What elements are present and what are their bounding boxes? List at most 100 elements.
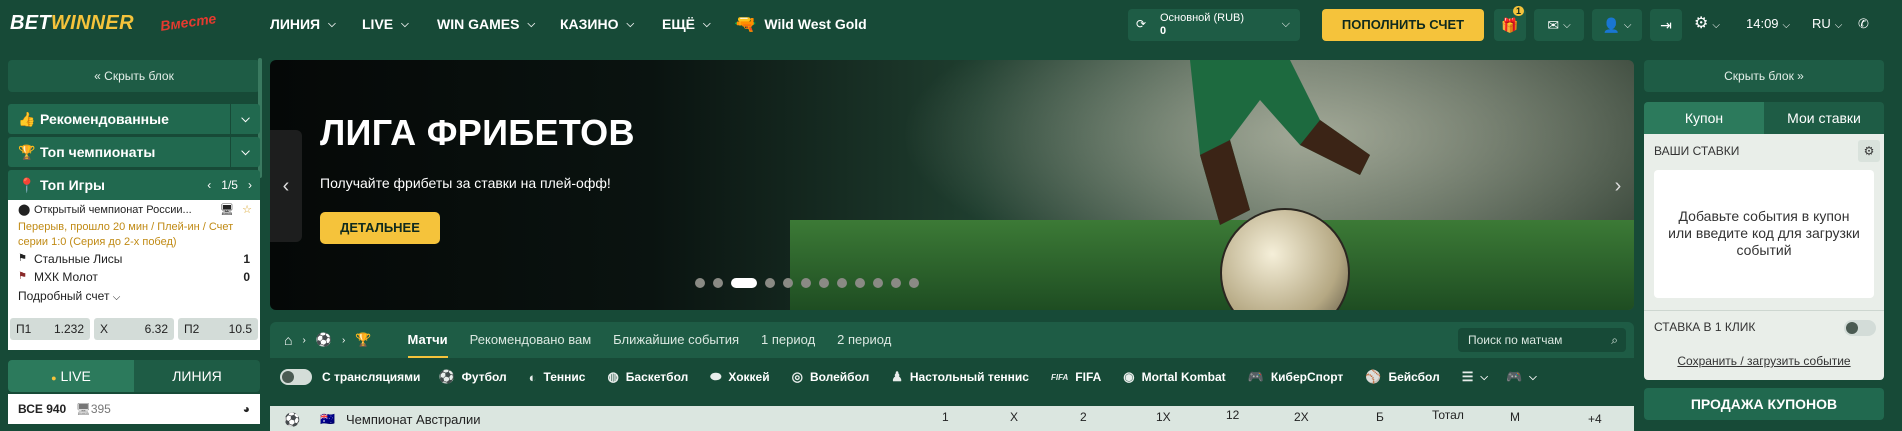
sport-football[interactable]: ⚽ Футбол — [438, 369, 506, 385]
sport-hockey[interactable]: ⬬ Хоккей — [710, 369, 769, 385]
sport-mortal-kombat[interactable]: ◉ Mortal Kombat — [1123, 369, 1225, 385]
settings-button[interactable]: ⚙ ⌵ — [1694, 0, 1720, 48]
match-search-input[interactable]: Поиск по матчам ⌕ — [1458, 328, 1626, 352]
coupon-sale-button[interactable]: ПРОДАЖА КУПОНОВ — [1644, 388, 1884, 420]
ball-icon[interactable]: ⚽ — [316, 332, 332, 348]
more-markets[interactable]: +4 — [1588, 412, 1602, 426]
sport-cybersport[interactable]: 🎮 КиберСпорт — [1248, 369, 1344, 385]
chevron-down-icon: ⌵ — [702, 18, 711, 30]
hide-right-block-button[interactable]: Скрыть блок » — [1644, 60, 1884, 92]
streams-toggle[interactable] — [280, 369, 312, 385]
odd-p2[interactable]: П2 10.5 — [178, 318, 258, 340]
tab-period-2[interactable]: 2 период — [837, 322, 891, 358]
home-icon[interactable]: ⌂ — [284, 332, 292, 348]
chevron-right-icon[interactable]: › — [248, 178, 252, 192]
nav-live[interactable]: LIVE ⌵ — [362, 0, 409, 48]
one-click-label: СТАВКА В 1 КЛИК — [1654, 320, 1756, 334]
live-line-switch: ● LIVE ЛИНИЯ — [8, 360, 260, 392]
profile-button[interactable]: 👤 ⌵ — [1592, 9, 1642, 41]
hockey-puck-icon: ⬤ — [18, 204, 31, 216]
gift-button[interactable]: 🎁 1 — [1494, 6, 1526, 41]
hide-left-block-button[interactable]: « Скрыть блок — [8, 60, 260, 92]
banner-details-button[interactable]: ДЕТАЛЬНЕЕ — [320, 212, 440, 244]
nav-line[interactable]: ЛИНИЯ ⌵ — [270, 0, 336, 48]
tab-period-1[interactable]: 1 период — [761, 322, 815, 358]
nav-win-games[interactable]: WIN GAMES ⌵ — [437, 0, 535, 48]
banner-next-arrow[interactable]: › — [1602, 130, 1634, 242]
promo-banner[interactable]: ‹ › ЛИГА ФРИБЕТОВ Получайте фрибеты за с… — [270, 60, 1634, 310]
banner-dot[interactable] — [909, 278, 919, 288]
detailed-score-link[interactable]: Подробный счет ⌵ — [8, 286, 260, 306]
sport-fifa[interactable]: FIFA FIFA — [1051, 370, 1101, 384]
one-click-toggle[interactable] — [1844, 320, 1876, 336]
games-menu-button[interactable]: 🎮 ⌵ — [1506, 369, 1537, 385]
tab-my-bets[interactable]: Мои ставки — [1764, 102, 1884, 134]
championship-header-row[interactable]: ⚽ 🇦🇺 Чемпионат Австралии 1 X 2 1X 12 2X … — [270, 406, 1634, 431]
chevron-down-icon: ⌵ — [1281, 18, 1290, 30]
banner-dot[interactable] — [713, 278, 723, 288]
banner-dot[interactable] — [765, 278, 775, 288]
sports-list-button[interactable]: ☰ ⌵ — [1462, 369, 1488, 385]
fifa-icon: FIFA — [1050, 372, 1069, 382]
account-type: Основной (RUB) — [1160, 12, 1245, 24]
tab-matches[interactable]: Матчи — [407, 322, 448, 358]
sport-basketball[interactable]: ◍ Баскетбол — [607, 369, 688, 385]
sport-tennis[interactable]: ◐ Теннис — [529, 370, 586, 385]
banner-dot[interactable] — [819, 278, 829, 288]
sport-volleyball[interactable]: ◎ Волейбол — [792, 369, 870, 385]
banner-dot[interactable] — [855, 278, 865, 288]
banner-dot[interactable] — [873, 278, 883, 288]
save-load-event-link[interactable]: Сохранить / загрузить событие — [1644, 354, 1884, 368]
tab-recommended[interactable]: Рекомендовано вам — [470, 322, 592, 358]
menu-top-games: 📍 Топ Игры ‹ 1/5 › — [8, 170, 260, 200]
odd-p1[interactable]: П1 1.232 — [10, 318, 90, 340]
banner-prev-arrow[interactable]: ‹ — [270, 130, 302, 242]
banner-dot[interactable] — [695, 278, 705, 288]
banner-dot[interactable] — [783, 278, 793, 288]
chevron-down-icon[interactable]: ⌵ — [230, 137, 260, 167]
banner-dot[interactable] — [801, 278, 811, 288]
nav-wild-west-gold[interactable]: 🔫 Wild West Gold — [734, 0, 867, 48]
double-chevron-left-icon: « — [94, 69, 101, 83]
menu-top-championships[interactable]: 🏆 Топ чемпионаты ⌵ — [8, 137, 260, 167]
menu-recommended[interactable]: 👍 Рекомендованные ⌵ — [8, 104, 260, 134]
phone-button[interactable]: ✆ — [1858, 0, 1869, 48]
col-2: 2 — [1080, 410, 1087, 424]
chevron-down-icon[interactable]: ⌵ — [230, 104, 260, 134]
logout-button[interactable]: ⇥ — [1650, 9, 1682, 41]
tv-icon[interactable]: 🖥 — [220, 200, 234, 220]
globe-icon: ◕ — [242, 402, 250, 416]
nav-more[interactable]: ЕЩЁ ⌵ — [662, 0, 711, 48]
betwinner-logo[interactable]: BETWINNER — [10, 12, 134, 35]
team-1-row: ⚑ Стальные Лисы 1 — [18, 252, 250, 266]
banner-dot[interactable] — [837, 278, 847, 288]
col-under: М — [1510, 410, 1520, 424]
deposit-button[interactable]: ПОПОЛНИТЬ СЧЕТ — [1322, 9, 1484, 41]
tab-line[interactable]: ЛИНИЯ — [134, 360, 260, 392]
basketball-icon: ◍ — [607, 369, 619, 384]
chevron-right-icon: › — [302, 334, 306, 346]
banner-dot[interactable] — [731, 278, 757, 288]
clock[interactable]: 14:09 ⌵ — [1746, 0, 1790, 48]
tab-coupon[interactable]: Купон — [1644, 102, 1764, 134]
coupon-settings-button[interactable]: ⚙ — [1858, 140, 1880, 162]
messages-button[interactable]: ✉ ⌵ — [1534, 9, 1584, 41]
top-game-card[interactable]: ⬤ Открытый чемпионат России... 🖥 ☆ Перер… — [8, 200, 260, 350]
sport-table-tennis[interactable]: ♟ Настольный теннис — [891, 369, 1029, 385]
language-selector[interactable]: RU ⌵ — [1812, 0, 1842, 48]
tab-live[interactable]: ● LIVE — [8, 360, 134, 392]
your-bets-label: ВАШИ СТАВКИ — [1654, 144, 1740, 158]
soccer-icon: ⚽ — [438, 369, 455, 384]
star-icon[interactable]: ☆ — [242, 200, 252, 220]
trophy-icon[interactable]: 🏆 — [355, 332, 371, 348]
odd-x[interactable]: X 6.32 — [94, 318, 174, 340]
tab-upcoming[interactable]: Ближайшие события — [613, 322, 739, 358]
nav-casino[interactable]: КАЗИНО ⌵ — [560, 0, 634, 48]
account-selector[interactable]: ⟳ Основной (RUB) 0 ⌵ — [1128, 9, 1300, 41]
sport-baseball[interactable]: ⚾ Бейсбол — [1365, 369, 1439, 385]
slot-gun-icon: 🔫 — [734, 13, 757, 34]
hockey-icon: ⬬ — [710, 369, 722, 384]
chevron-left-icon[interactable]: ‹ — [207, 178, 211, 192]
all-events-row[interactable]: ВСЕ 940 🖥395 ◕ — [8, 394, 260, 424]
banner-dot[interactable] — [891, 278, 901, 288]
